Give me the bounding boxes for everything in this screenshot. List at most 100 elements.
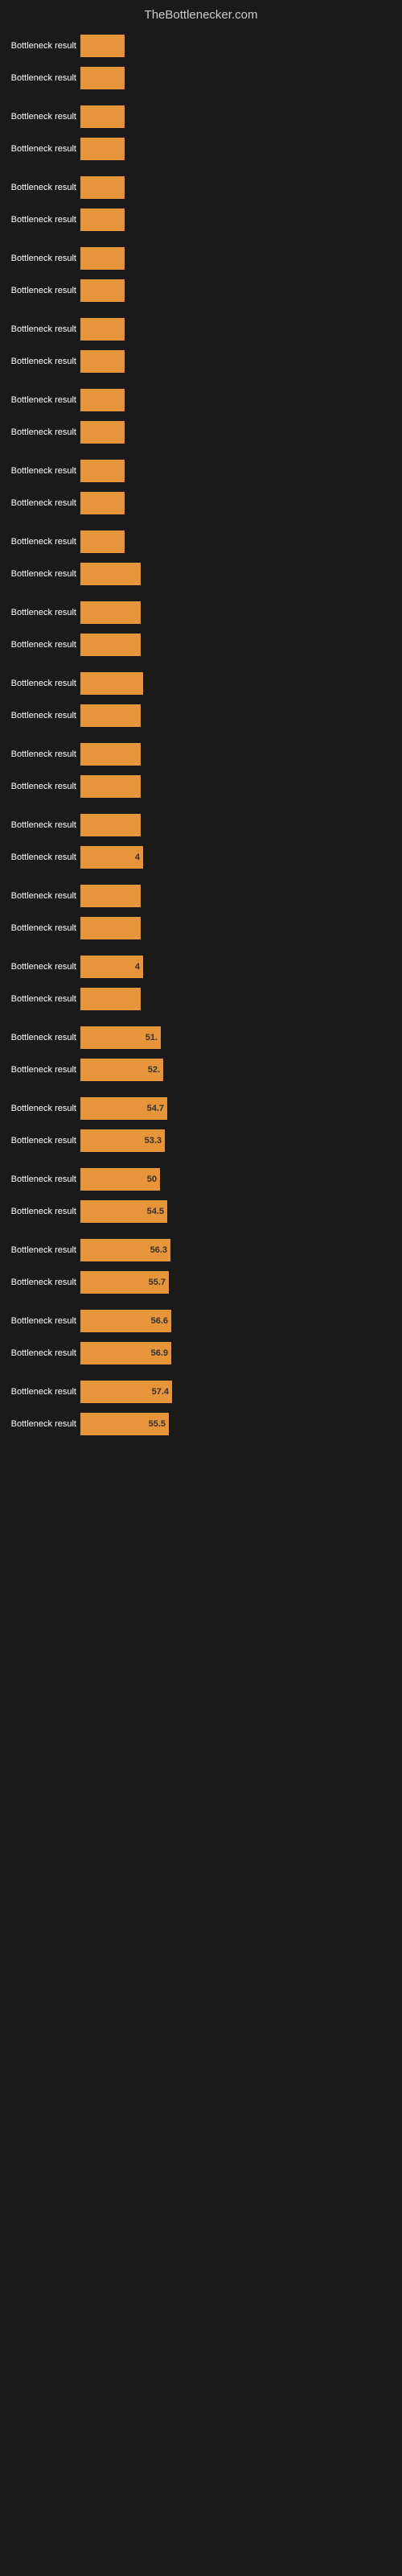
bar-label: Bottleneck result [0,183,80,192]
bar-label: Bottleneck result [0,679,80,688]
bar-label: Bottleneck result [0,1278,80,1287]
bar-label: Bottleneck result [0,640,80,650]
bar-row: Bottleneck result [0,668,402,699]
row-spacer [0,237,402,243]
bar-wrapper [80,987,402,1011]
bar-label: Bottleneck result [0,891,80,901]
bar-wrapper [80,884,402,908]
bar-row: Bottleneck result56.6 [0,1306,402,1336]
bar-wrapper [80,388,402,412]
row-spacer [0,803,402,810]
bar-row: Bottleneck result [0,559,402,589]
bar-value: 55.5 [149,1419,166,1429]
bar-value: 57.4 [152,1387,169,1397]
bar-wrapper [80,601,402,625]
bar-wrapper [80,317,402,341]
bar-row: Bottleneck result [0,243,402,274]
bar-wrapper [80,562,402,586]
bar-row: Bottleneck result54.5 [0,1196,402,1227]
row-spacer [0,591,402,597]
bar-row: Bottleneck result [0,810,402,840]
row-spacer [0,1087,402,1093]
bar-label: Bottleneck result [0,923,80,933]
bar-value: 54.5 [147,1207,164,1216]
bar-row: Bottleneck result [0,134,402,164]
bar-value: 51. [146,1033,158,1042]
bar-value: 4 [135,962,140,972]
row-spacer [0,662,402,668]
bar-row: Bottleneck result [0,275,402,306]
bar-fill [80,176,125,199]
bar-wrapper: 57.4 [80,1380,402,1404]
bar-label: Bottleneck result [0,820,80,830]
bar-label: Bottleneck result [0,324,80,334]
bar-wrapper: 53.3 [80,1129,402,1153]
bar-wrapper [80,774,402,799]
bar-label: Bottleneck result [0,144,80,154]
bar-wrapper [80,34,402,58]
row-spacer [0,449,402,456]
row-spacer [0,733,402,739]
chart-container: Bottleneck resultBottleneck resultBottle… [0,27,402,1451]
bar-value: 50 [147,1174,157,1184]
bar-value: 54.7 [147,1104,164,1113]
bar-label: Bottleneck result [0,1316,80,1326]
bar-fill: 54.5 [80,1200,167,1223]
bar-fill: 50 [80,1168,160,1191]
bar-wrapper [80,813,402,837]
bar-row: Bottleneck result52. [0,1055,402,1085]
bar-label: Bottleneck result [0,395,80,405]
row-spacer [0,1016,402,1022]
bar-wrapper: 56.9 [80,1341,402,1365]
bar-wrapper [80,633,402,657]
bar-fill: 56.3 [80,1239,170,1261]
bar-label: Bottleneck result [0,569,80,579]
bar-fill [80,775,141,798]
bar-fill: 55.5 [80,1413,169,1435]
row-spacer [0,874,402,881]
bar-row: Bottleneck result54.7 [0,1093,402,1124]
bar-label: Bottleneck result [0,1348,80,1358]
bar-fill [80,460,125,482]
bar-wrapper [80,66,402,90]
bar-row: Bottleneck result [0,771,402,802]
bar-row: Bottleneck result [0,385,402,415]
bar-label: Bottleneck result [0,537,80,547]
bar-fill [80,350,125,373]
bar-row: Bottleneck result [0,346,402,377]
bar-label: Bottleneck result [0,1245,80,1255]
row-spacer [0,95,402,101]
row-spacer [0,308,402,314]
bar-label: Bottleneck result [0,1033,80,1042]
bar-row: Bottleneck result [0,984,402,1014]
bar-wrapper [80,246,402,270]
bar-label: Bottleneck result [0,994,80,1004]
bar-row: Bottleneck result 51. [0,1022,402,1053]
bar-label: Bottleneck result [0,286,80,295]
row-spacer [0,520,402,526]
bar-fill: 52. [80,1059,163,1081]
bar-value: 56.3 [150,1245,167,1255]
bar-row: Bottleneck result 56.3 [0,1235,402,1265]
bar-row: Bottleneck result [0,63,402,93]
bar-fill [80,601,141,624]
bar-fill [80,563,141,585]
bar-row: Bottleneck result53.3 [0,1125,402,1156]
bar-label: Bottleneck result [0,1174,80,1184]
row-spacer [0,1299,402,1306]
bar-label: Bottleneck result [0,112,80,122]
bar-wrapper: 55.5 [80,1412,402,1436]
bar-wrapper [80,530,402,554]
row-spacer [0,1158,402,1164]
bar-fill: 55.7 [80,1271,169,1294]
bar-label: Bottleneck result [0,711,80,720]
bar-label: Bottleneck result [0,608,80,617]
bar-fill [80,814,141,836]
bar-fill [80,492,125,514]
bar-wrapper: 4 [80,845,402,869]
row-spacer [0,378,402,385]
bar-wrapper: 55.7 [80,1270,402,1294]
bar-fill [80,138,125,160]
bar-wrapper [80,420,402,444]
bar-wrapper [80,704,402,728]
